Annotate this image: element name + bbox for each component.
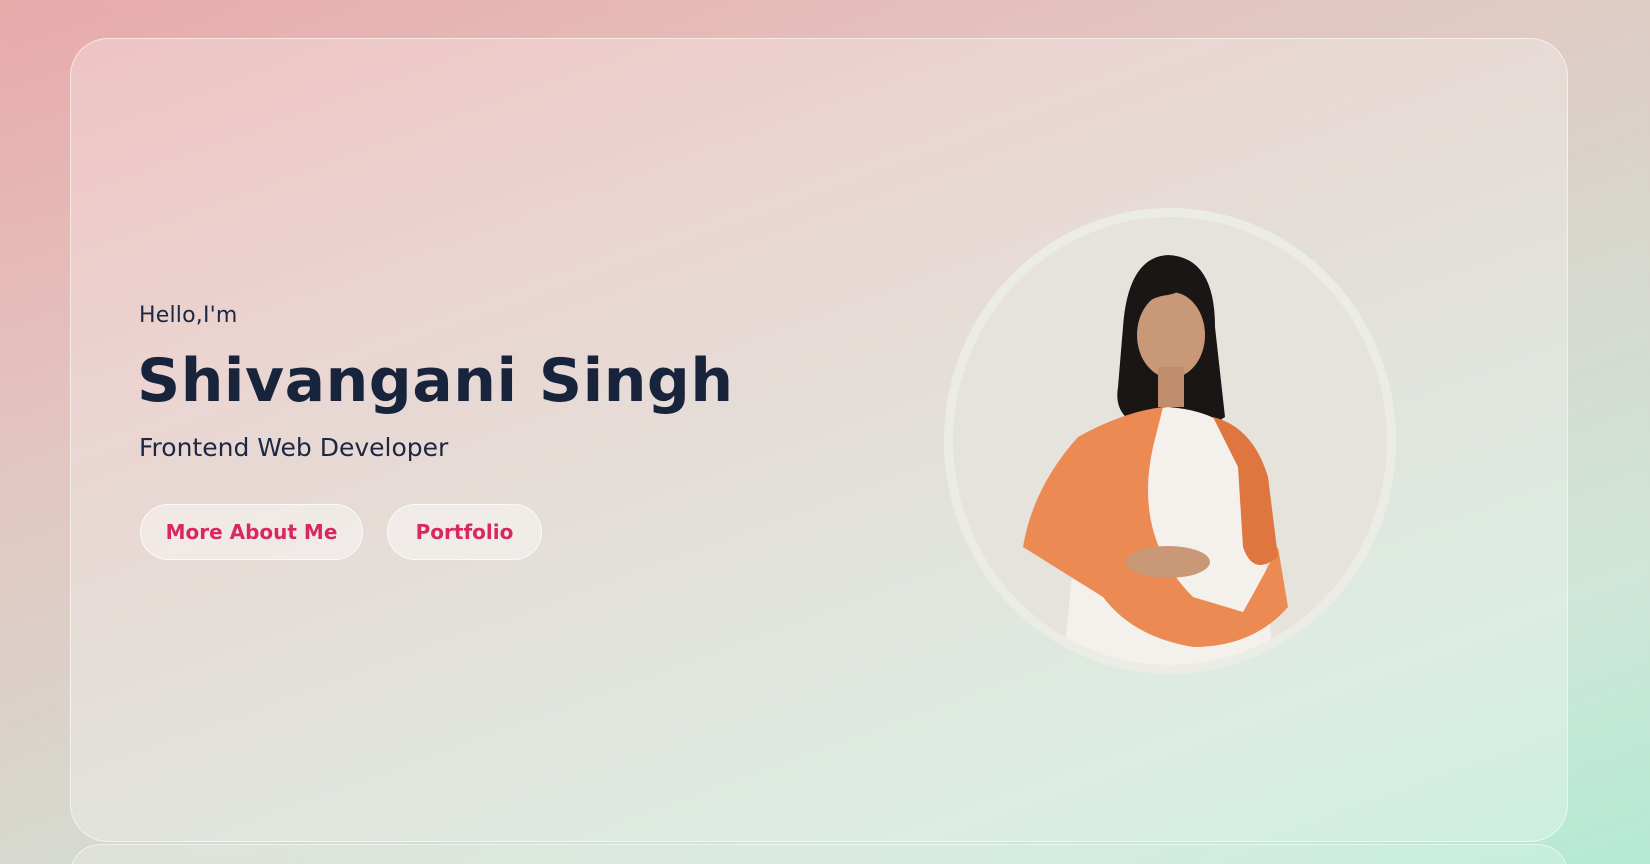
- portfolio-button[interactable]: Portfolio: [387, 504, 542, 560]
- role-subtitle: Frontend Web Developer: [139, 433, 449, 462]
- page-title: Shivangani Singh: [137, 346, 734, 416]
- next-section-card: [70, 844, 1568, 864]
- profile-photo: [944, 208, 1396, 674]
- profile-photo-illustration: [953, 217, 1387, 665]
- more-about-me-button[interactable]: More About Me: [140, 504, 363, 560]
- greeting-text: Hello,I'm: [139, 303, 238, 328]
